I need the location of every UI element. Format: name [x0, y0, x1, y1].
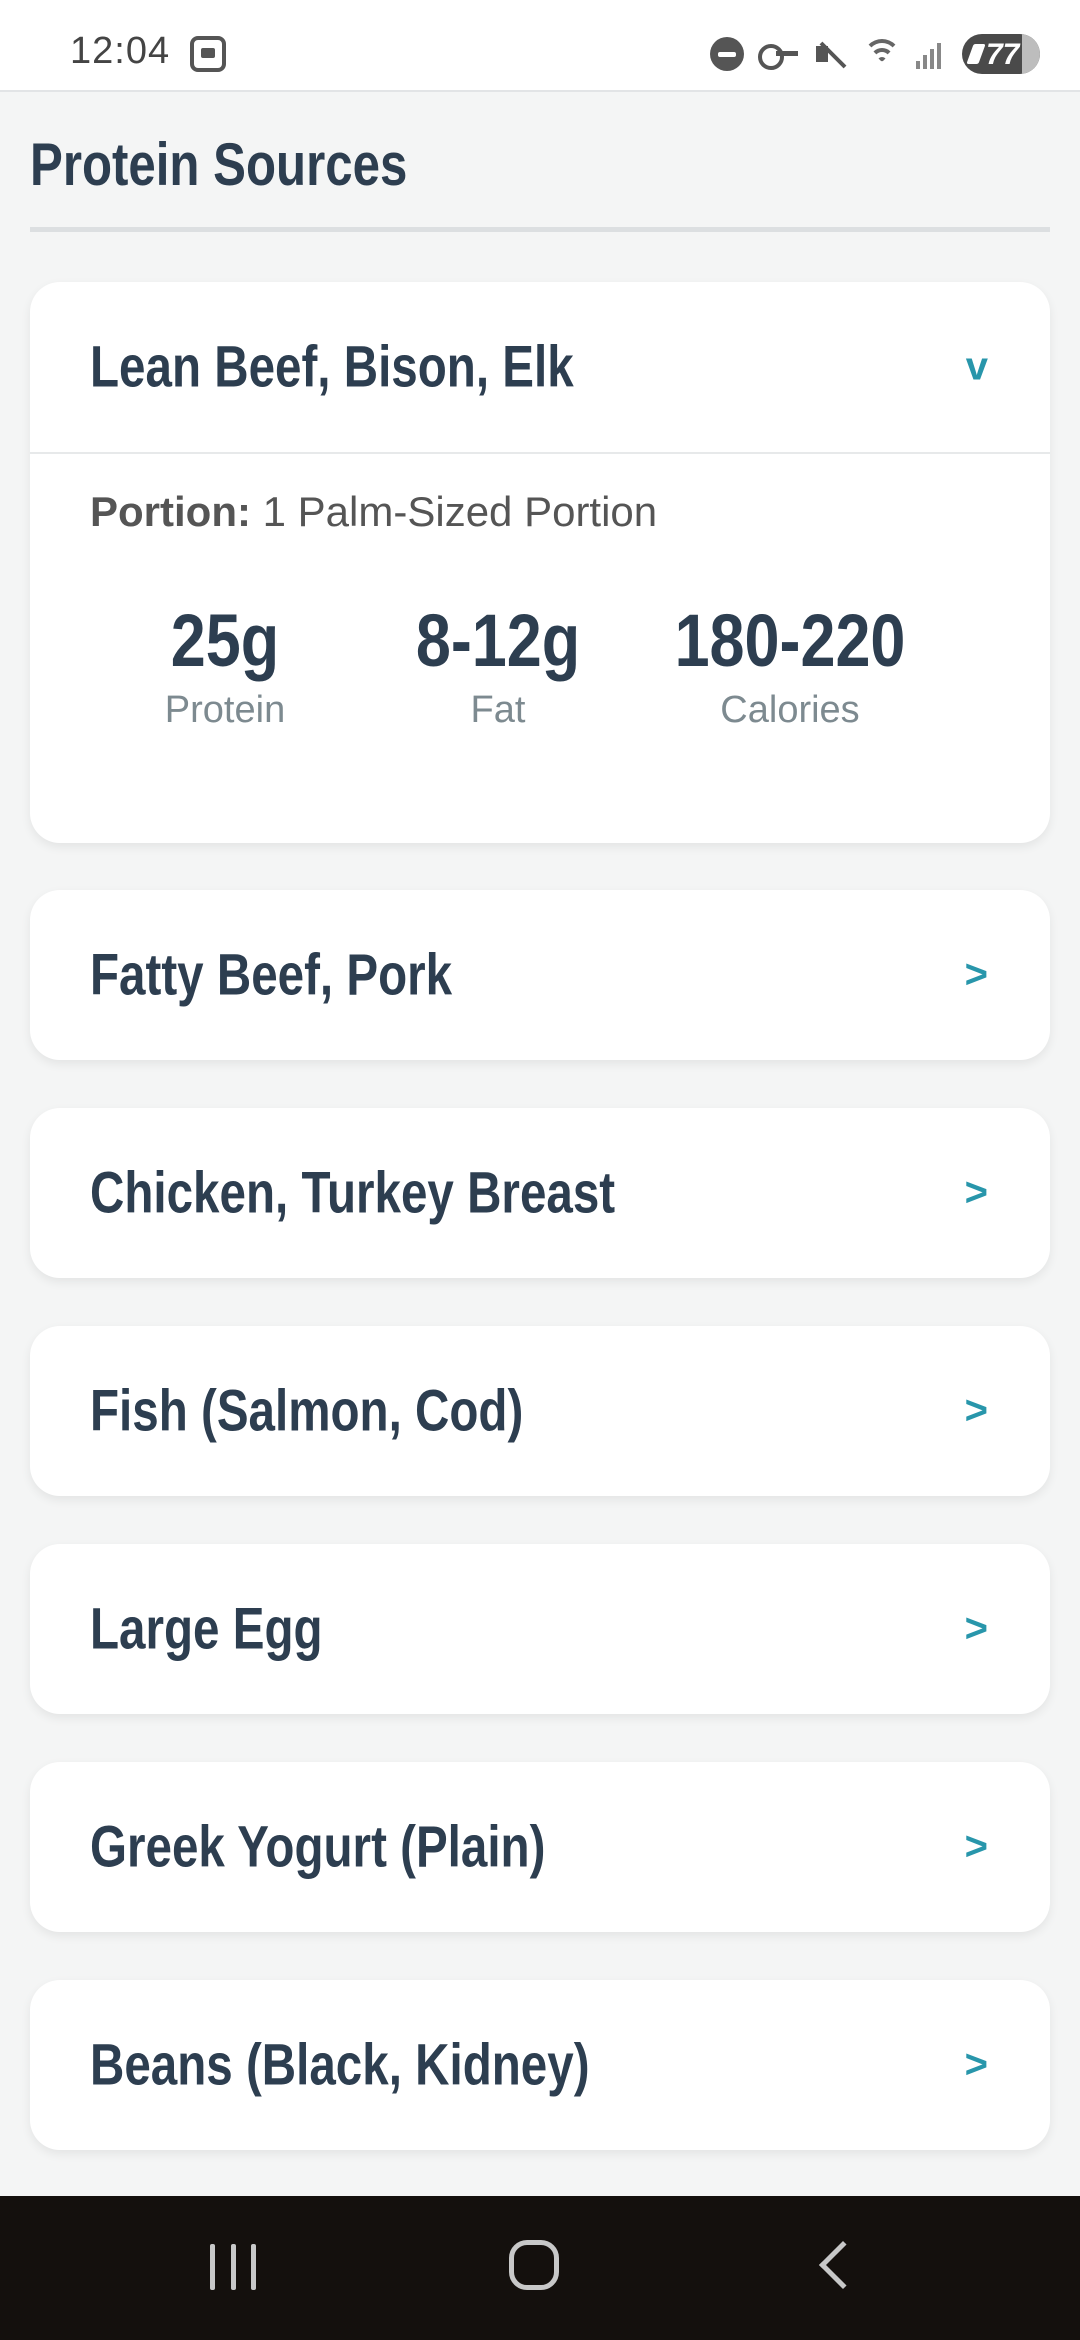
stat-value: 180-220 — [674, 599, 906, 682]
stat-fat: 8-12g Fat — [378, 598, 618, 732]
card-header[interactable]: Lean Beef, Bison, Elk v — [30, 282, 1050, 452]
stat-label: Protein — [164, 689, 286, 731]
page-title: Protein Sources — [30, 131, 408, 198]
protein-card[interactable]: Beans (Black, Kidney) > — [30, 1980, 1050, 2150]
chevron-right-icon[interactable]: > — [965, 1825, 988, 1870]
card-title: Lean Beef, Bison, Elk — [90, 334, 574, 400]
mute-icon — [814, 37, 848, 71]
protein-card-expanded: Lean Beef, Bison, Elk v Portion: 1 Palm-… — [30, 282, 1050, 843]
charging-bolt-icon — [966, 44, 986, 64]
portion-text: Portion: 1 Palm-Sized Portion — [90, 488, 990, 536]
card-title: Beans (Black, Kidney) — [90, 2032, 590, 2098]
recents-icon[interactable] — [210, 2244, 256, 2290]
portion-label: Portion: — [90, 488, 251, 535]
card-title: Fish (Salmon, Cod) — [90, 1378, 524, 1444]
screenshot-icon — [190, 36, 226, 72]
portion-value: 1 Palm-Sized Portion — [262, 488, 658, 535]
battery-icon: 77 — [962, 34, 1040, 74]
stat-label: Calories — [720, 689, 860, 731]
stat-protein: 25g Protein — [125, 598, 325, 732]
signal-icon — [916, 39, 948, 69]
card-title: Greek Yogurt (Plain) — [90, 1814, 546, 1880]
nutrition-stats: 25g Protein 8-12g Fat 180-220 Calories — [90, 536, 990, 796]
status-time: 12:04 — [70, 30, 171, 72]
chevron-down-icon[interactable]: v — [966, 345, 988, 390]
system-nav-bar — [0, 2196, 1080, 2340]
protein-card[interactable]: Greek Yogurt (Plain) > — [30, 1762, 1050, 1932]
chevron-right-icon[interactable]: > — [965, 1389, 988, 1434]
protein-card[interactable]: Chicken, Turkey Breast > — [30, 1108, 1050, 1278]
status-icons: 77 — [710, 32, 1040, 76]
card-title: Fatty Beef, Pork — [90, 942, 453, 1008]
stat-calories: 180-220 Calories — [640, 598, 940, 732]
battery-level: 77 — [986, 38, 1020, 71]
card-details: Portion: 1 Palm-Sized Portion 25g Protei… — [30, 452, 1050, 796]
wifi-icon — [862, 37, 902, 71]
chevron-right-icon[interactable]: > — [965, 2043, 988, 2088]
stat-value: 25g — [170, 599, 280, 682]
chevron-right-icon[interactable]: > — [965, 1171, 988, 1216]
protein-card[interactable]: Fatty Beef, Pork > — [30, 890, 1050, 1060]
do-not-disturb-icon — [710, 37, 744, 71]
back-icon[interactable] — [818, 2240, 868, 2290]
stat-label: Fat — [470, 689, 526, 731]
chevron-right-icon[interactable]: > — [965, 1607, 988, 1652]
protein-card[interactable]: Fish (Salmon, Cod) > — [30, 1326, 1050, 1496]
title-divider — [30, 227, 1050, 232]
protein-card[interactable]: Large Egg > — [30, 1544, 1050, 1714]
stat-value: 8-12g — [415, 599, 581, 682]
vpn-key-icon — [758, 39, 800, 70]
card-title: Large Egg — [90, 1596, 323, 1662]
card-title: Chicken, Turkey Breast — [90, 1160, 616, 1226]
home-icon[interactable] — [509, 2240, 559, 2290]
chevron-right-icon[interactable]: > — [965, 953, 988, 998]
status-bar: 12:04 77 — [0, 0, 1080, 92]
